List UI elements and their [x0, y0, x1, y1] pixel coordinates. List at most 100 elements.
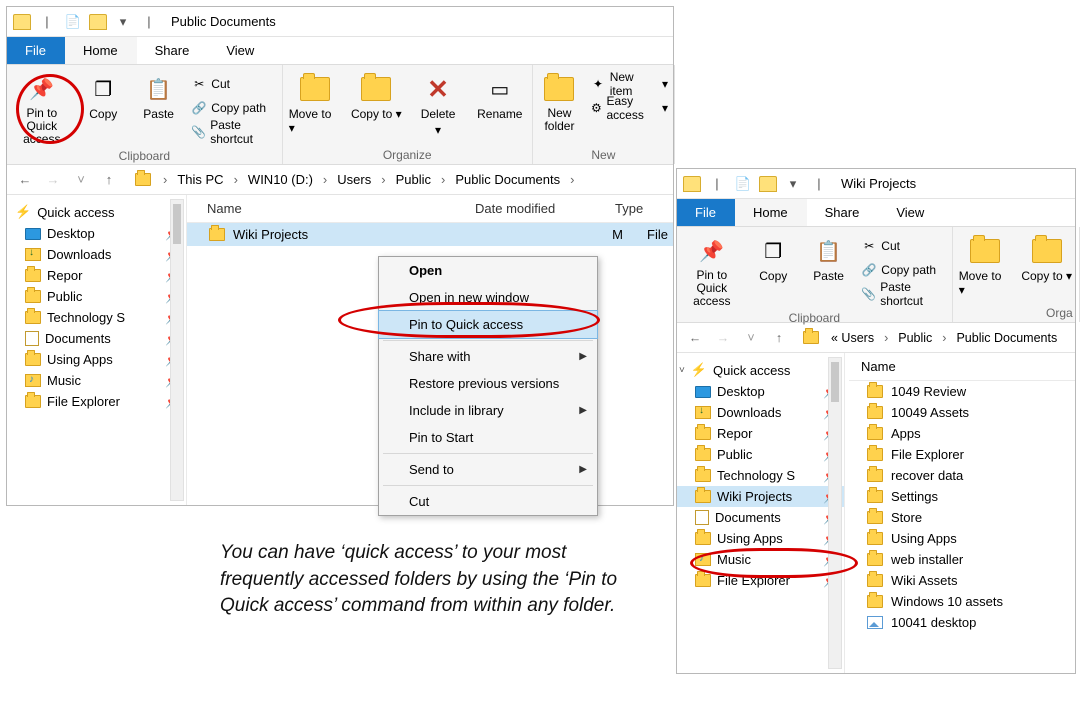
cut-button[interactable]: ✂Cut — [191, 73, 275, 95]
crumb-item[interactable]: WIN10 (D:) — [244, 170, 317, 189]
qat-dropdown-icon[interactable]: ▾ — [113, 12, 133, 32]
ctx-cut[interactable]: Cut — [379, 488, 597, 515]
new-doc-icon[interactable]: 📄 — [63, 12, 83, 32]
ctx-pin-quick-access[interactable]: Pin to Quick access — [378, 310, 598, 339]
forward-button[interactable]: → — [713, 328, 733, 348]
qat-folder-icon[interactable] — [759, 176, 777, 192]
rename-button[interactable]: ▭ Rename — [474, 69, 526, 146]
back-button[interactable]: ← — [685, 328, 705, 348]
list-item[interactable]: recover data — [849, 465, 1075, 486]
up-button[interactable]: ↑ — [769, 328, 789, 348]
list-item[interactable]: 10041 desktop — [849, 612, 1075, 633]
list-item[interactable]: Apps — [849, 423, 1075, 444]
pin-to-quickaccess-button[interactable]: 📌 Pin to Quick access — [683, 231, 741, 309]
list-item[interactable]: Wiki Assets — [849, 570, 1075, 591]
new-doc-icon[interactable]: 📄 — [733, 174, 753, 194]
nav-item[interactable]: File Explorer📌 — [677, 570, 844, 591]
nav-item[interactable]: File Explorer📌 — [7, 391, 186, 412]
scrollbar[interactable] — [170, 199, 184, 501]
paste-shortcut-button[interactable]: 📎Paste shortcut — [861, 283, 945, 305]
col-name[interactable]: Name — [849, 353, 1075, 381]
crumb-item[interactable]: Public Documents — [952, 329, 1061, 347]
back-button[interactable]: ← — [15, 170, 35, 190]
crumb-item[interactable]: Users — [333, 170, 375, 189]
move-to-button[interactable]: Move to ▾ — [289, 69, 341, 146]
list-item[interactable]: Windows 10 assets — [849, 591, 1075, 612]
list-item[interactable]: Using Apps — [849, 528, 1075, 549]
nav-item[interactable]: Music📌 — [7, 370, 186, 391]
nav-item[interactable]: Public📌 — [677, 444, 844, 465]
crumb-item[interactable]: Public — [894, 329, 936, 347]
recent-dropdown[interactable]: ˅ — [741, 328, 761, 348]
nav-item[interactable]: Using Apps📌 — [7, 349, 186, 370]
qat-dropdown-icon[interactable]: ▾ — [783, 174, 803, 194]
nav-item[interactable]: Repor📌 — [7, 265, 186, 286]
nav-item[interactable]: Documents📌 — [7, 328, 186, 349]
cut-button[interactable]: ✂Cut — [861, 235, 945, 257]
ctx-open-new-window[interactable]: Open in new window — [379, 284, 597, 311]
ctx-pin-start[interactable]: Pin to Start — [379, 424, 597, 451]
tab-home[interactable]: Home — [65, 37, 137, 64]
paste-shortcut-button[interactable]: 📎Paste shortcut — [191, 121, 275, 143]
tab-file[interactable]: File — [677, 199, 735, 226]
crumb-item[interactable]: This PC — [173, 170, 227, 189]
chevron-down-icon[interactable]: ˅ — [679, 365, 685, 376]
tab-view[interactable]: View — [208, 37, 273, 64]
tab-file[interactable]: File — [7, 37, 65, 64]
move-to-button[interactable]: Move to ▾ — [959, 231, 1011, 304]
up-button[interactable]: ↑ — [99, 170, 119, 190]
recent-dropdown[interactable]: ˅ — [71, 170, 91, 190]
copy-button[interactable]: ❐ Copy — [751, 231, 796, 309]
ctx-open[interactable]: Open — [379, 257, 597, 284]
tab-home[interactable]: Home — [735, 199, 807, 226]
nav-item[interactable]: Technology S📌 — [677, 465, 844, 486]
copy-to-button[interactable]: Copy to ▾ — [350, 69, 402, 146]
tab-view[interactable]: View — [878, 199, 943, 226]
easy-access-button[interactable]: ⚙Easy access ▾ — [590, 97, 668, 119]
quick-access-header[interactable]: ˅ ⚡ Quick access — [677, 359, 844, 381]
nav-item[interactable]: Downloads📌 — [7, 244, 186, 265]
copy-path-button[interactable]: 🔗Copy path — [191, 97, 275, 119]
paste-button[interactable]: 📋 Paste — [136, 69, 181, 147]
nav-item[interactable]: Documents📌 — [677, 507, 844, 528]
crumb-item[interactable]: Public Documents — [451, 170, 564, 189]
copy-to-button[interactable]: Copy to ▾ — [1021, 231, 1073, 304]
crumb-item[interactable]: Public — [392, 170, 435, 189]
copy-path-button[interactable]: 🔗Copy path — [861, 259, 945, 281]
ctx-share-with[interactable]: Share with▶ — [379, 343, 597, 370]
col-name[interactable]: Name — [187, 195, 467, 222]
nav-item[interactable]: Desktop📌 — [7, 223, 186, 244]
copy-button[interactable]: ❐ Copy — [81, 69, 126, 147]
list-item[interactable]: Settings — [849, 486, 1075, 507]
nav-item[interactable]: Downloads📌 — [677, 402, 844, 423]
nav-item[interactable]: Technology S📌 — [7, 307, 186, 328]
list-item[interactable]: 1049 Review — [849, 381, 1075, 402]
qat-folder-icon[interactable] — [89, 14, 107, 30]
delete-button[interactable]: ✕ Delete ▾ — [412, 69, 464, 146]
ctx-restore-versions[interactable]: Restore previous versions — [379, 370, 597, 397]
nav-item[interactable]: Using Apps📌 — [677, 528, 844, 549]
new-item-button[interactable]: ✦New item ▾ — [590, 73, 668, 95]
crumb-prefix[interactable]: « Users — [827, 329, 878, 347]
scrollbar[interactable] — [828, 357, 842, 669]
quick-access-header[interactable]: ⚡ Quick access — [7, 201, 186, 223]
col-type[interactable]: Type — [607, 195, 673, 222]
pin-to-quickaccess-button[interactable]: 📌 Pin to Quick access — [13, 69, 71, 147]
ctx-send-to[interactable]: Send to▶ — [379, 456, 597, 483]
breadcrumb[interactable]: « Users› Public› Public Documents — [827, 329, 1061, 347]
column-headers[interactable]: Name Date modified Type — [187, 195, 673, 223]
col-date[interactable]: Date modified — [467, 195, 607, 222]
chevron-right-icon[interactable]: › — [159, 170, 171, 189]
nav-item[interactable]: Public📌 — [7, 286, 186, 307]
list-row-selected[interactable]: Wiki Projects M File — [187, 223, 673, 246]
nav-item[interactable]: Music📌 — [677, 549, 844, 570]
list-item[interactable]: File Explorer — [849, 444, 1075, 465]
ctx-include-library[interactable]: Include in library▶ — [379, 397, 597, 424]
list-item[interactable]: web installer — [849, 549, 1075, 570]
forward-button[interactable]: → — [43, 170, 63, 190]
new-folder-button[interactable]: New folder — [539, 69, 581, 146]
nav-item[interactable]: Repor📌 — [677, 423, 844, 444]
breadcrumb[interactable]: › This PC› WIN10 (D:)› Users› Public› Pu… — [159, 170, 578, 189]
tab-share[interactable]: Share — [807, 199, 879, 226]
list-item[interactable]: Store — [849, 507, 1075, 528]
